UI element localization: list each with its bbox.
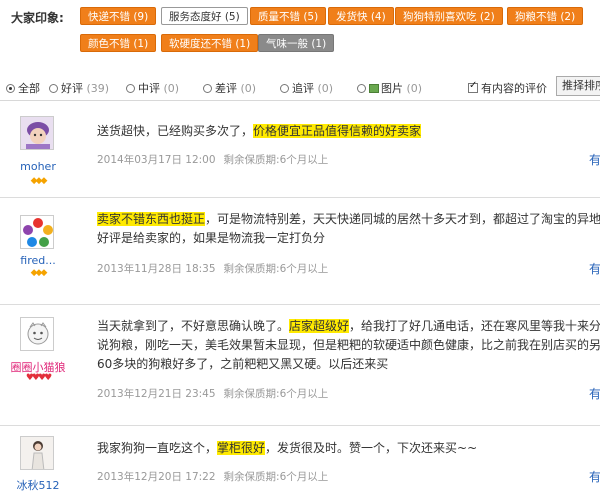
tag-good-quality[interactable]: 质量不错 (5) [250,7,327,25]
radio-icon[interactable] [126,84,135,93]
filter-good[interactable]: 好评 (39) [49,80,109,95]
rank-diamond-icon: ◆◆◆ [30,176,48,186]
shelf-life: 剩余保质期:6个月以上 [223,388,329,400]
username[interactable]: 冰秋512 [0,477,76,493]
filter-with-content[interactable]: 有内容的评价 [468,80,547,95]
tag-fast-shipping[interactable]: 发货快 (4) [328,7,394,25]
review-date: 2014年03月17日 12:00 [97,154,216,166]
filter-append[interactable]: 追评 (0) [280,80,333,95]
shelf-life: 剩余保质期:6个月以上 [223,154,329,166]
tag-good-hardness[interactable]: 软硬度还不错 (1) [161,34,259,52]
review-meta: 2013年12月20日 17:22 剩余保质期:6个月以上 [97,469,328,484]
review-date: 2013年11月28日 18:35 [97,263,216,275]
rank-diamond-icon: ◆◆◆ [30,268,48,278]
review-item: 冰秋512 我家狗狗一直吃这个，掌柜很好，发货很及时。赞一个，下次还来买~~ 2… [0,426,600,497]
review-text: 我家狗狗一直吃这个，掌柜很好，发货很及时。赞一个，下次还来买~~ [97,441,478,455]
tag-average-smell[interactable]: 气味一般 (1) [258,34,335,52]
checkbox-checked-icon[interactable] [468,80,478,93]
avatar[interactable] [20,436,54,470]
avatar[interactable] [20,215,54,249]
useful-link[interactable]: 有 [589,260,600,277]
impression-label: 大家印象: [11,11,64,25]
review-text: 送货超快，已经购买多次了，价格便宜正品值得信赖的好卖家 [97,124,422,138]
shelf-life: 剩余保质期:6个月以上 [223,471,329,483]
radio-icon[interactable] [280,84,289,93]
review-date: 2013年12月21日 23:45 [97,388,216,400]
review-meta: 2013年11月28日 18:35 剩余保质期:6个月以上 [97,261,328,276]
review-meta: 2014年03月17日 12:00 剩余保质期:6个月以上 [97,152,328,167]
filter-bad[interactable]: 差评 (0) [203,80,256,95]
radio-icon[interactable] [49,84,58,93]
tag-good-color[interactable]: 颜色不错 (1) [80,34,157,52]
tag-good-dogfood[interactable]: 狗粮不错 (2) [507,7,584,25]
review-filter-bar: 全部 好评 (39) 中评 (0) 差评 (0) 追评 (0) 图片 (0) 有… [0,72,600,101]
useful-link[interactable]: 有 [589,151,600,168]
user-avatar-icon [21,117,53,149]
review-item: 圈圈小猫狼 ♥♥♥♥ 当天就拿到了，不好意思确认晚了。店家超级好，给我打了好几通… [0,305,600,426]
flower-avatar-icon [21,216,53,248]
radio-selected-icon[interactable] [6,84,15,93]
useful-link[interactable]: 有 [589,385,600,402]
radio-icon[interactable] [203,84,212,93]
sort-select[interactable]: 推择排序 [556,76,600,96]
impression-panel: 大家印象: 快递不错 (9) 服务态度好 (5) 质量不错 (5) 发货快 (4… [0,0,600,64]
image-icon [369,84,379,93]
person-avatar-icon [21,437,53,469]
tag-fast-delivery[interactable]: 快递不错 (9) [80,7,157,25]
filter-medium[interactable]: 中评 (0) [126,80,179,95]
filter-image[interactable]: 图片 (0) [357,80,422,95]
useful-link[interactable]: 有 [589,468,600,485]
review-text: 当天就拿到了，不好意思确认晚了。店家超级好，给我打了好几通电话，还在寒风里等我十… [97,319,600,371]
avatar[interactable] [20,116,54,150]
review-text: 卖家不错东西也挺正，可是物流特别差，天天快递同城的居然十多天才到，都超过了淘宝的… [97,212,600,245]
radio-icon[interactable] [357,84,366,93]
review-meta: 2013年12月21日 23:45 剩余保质期:6个月以上 [97,386,328,401]
review-item: fired... ◆◆◆ 卖家不错东西也挺正，可是物流特别差，天天快递同城的居然… [0,198,600,305]
default-avatar-icon [21,318,53,350]
avatar[interactable] [20,317,54,351]
username[interactable]: moher [0,160,76,173]
review-item: moher ◆◆◆ 送货超快，已经购买多次了，价格便宜正品值得信赖的好卖家 20… [0,101,600,198]
username[interactable]: fired... [0,254,76,267]
rank-heart-icon: ♥♥♥♥ [25,373,52,383]
tag-good-service[interactable]: 服务态度好 (5) [161,7,248,25]
shelf-life: 剩余保质期:6个月以上 [223,263,329,275]
filter-all[interactable]: 全部 [6,80,40,95]
review-date: 2013年12月20日 17:22 [97,471,216,483]
tag-dog-loves-it[interactable]: 狗狗特别喜欢吃 (2) [395,7,503,25]
